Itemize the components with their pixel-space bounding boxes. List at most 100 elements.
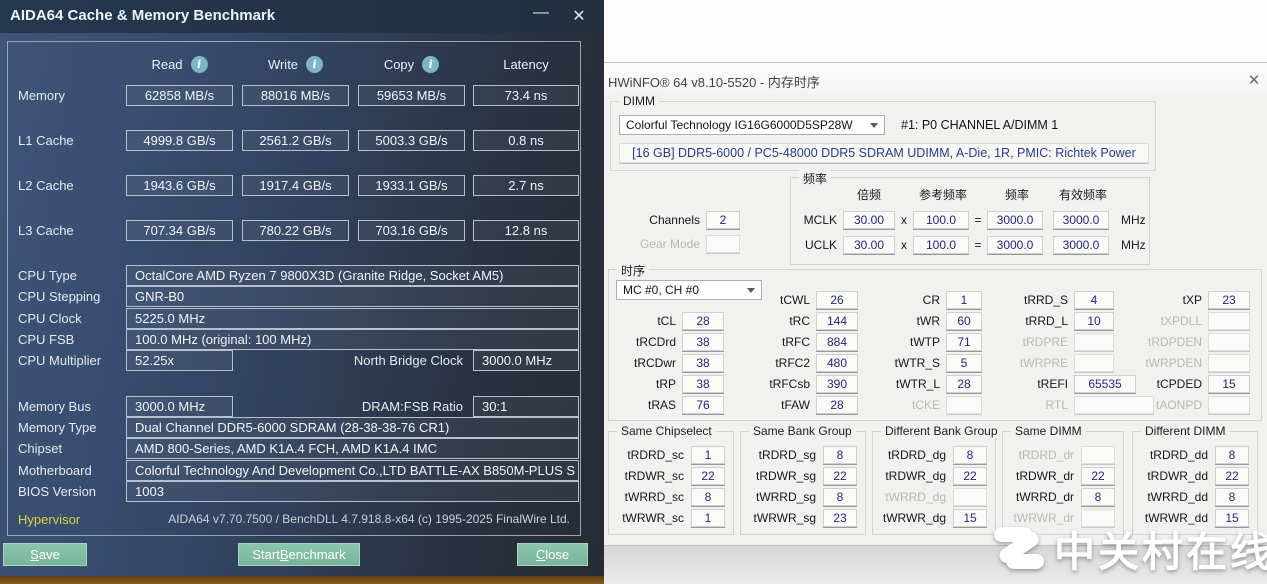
dram-fsb-ratio-value: 30:1	[473, 396, 579, 417]
tCWL-value: 26	[816, 291, 858, 309]
tWRWR_sc-value: 1	[691, 509, 725, 527]
mclk-refclock-value: 100.0	[913, 211, 969, 229]
group-same-bank-group: Same Bank Group tRDRD_sg8 tRDWR_sg22 tWR…	[740, 431, 866, 535]
l3-write-value: 780.22 GB/s	[242, 220, 349, 241]
close-button[interactable]: Close	[517, 543, 588, 566]
uclk-label: UCLK	[793, 238, 837, 252]
tREFI-value: 65535	[1074, 375, 1136, 393]
start-button-key: B	[280, 547, 289, 562]
close-icon[interactable]: ✕	[564, 5, 594, 27]
different-dimm-label: Different DIMM	[1141, 424, 1229, 438]
north-bridge-clock-value: 3000.0 MHz	[473, 350, 579, 371]
tRCDwr-value: 38	[682, 354, 724, 372]
cpu-multiplier-value: 52.25x	[126, 350, 233, 371]
gear-mode-field: Gear Mode	[638, 234, 740, 254]
l2-copy-value: 1933.1 GB/s	[358, 175, 465, 196]
CR-value: 1	[946, 291, 982, 309]
field-tCWL: tCWL 26	[746, 290, 858, 310]
tRDRD_dd-value: 8	[1215, 446, 1249, 464]
l3-copy-value: 703.16 GB/s	[358, 220, 465, 241]
l3-read-value: 707.34 GB/s	[126, 220, 233, 241]
info-icon[interactable]: i	[306, 56, 323, 73]
info-icon[interactable]: i	[422, 56, 439, 73]
save-button[interactable]: Save	[3, 543, 87, 566]
field-tAONPD: tAONPD	[1136, 395, 1250, 415]
tAONPD-value	[1208, 396, 1250, 414]
label-memory-type: Memory Type	[18, 420, 97, 435]
save-button-label: ave	[39, 547, 60, 562]
tWTP-label: tWTP	[878, 335, 940, 349]
latency-header-label: Latency	[503, 57, 549, 72]
label-chipset: Chipset	[18, 441, 62, 456]
tWRPRE-label: tWRPRE	[1004, 356, 1068, 370]
uclk-refclock-value: 100.0	[913, 236, 969, 254]
RTL-label: RTL	[1004, 398, 1068, 412]
memory-controller-dropdown[interactable]: MC #0, CH #0	[616, 280, 762, 300]
field-tRCDrd: tRCDrd38	[612, 332, 724, 352]
label-motherboard: Motherboard	[18, 463, 92, 478]
dimm-slot-label: #1: P0 CHANNEL A/DIMM 1	[901, 118, 1058, 132]
cpu-type-value: OctalCore AMD Ryzen 7 9800X3D (Granite R…	[126, 265, 579, 286]
channels-label: Channels	[638, 213, 700, 227]
dimm-group-label: DIMM	[619, 94, 659, 108]
hwinfo-memory-timings-window: HWiNFO® 64 v8.10-5520 - 内存时序 ✕ DIMM Colo…	[604, 62, 1267, 545]
group-same-chipselect: Same Chipselect tRDRD_sc1 tRDWR_sc22 tWR…	[608, 431, 734, 535]
tWRRD_sg-label: tWRRD_sg	[743, 490, 816, 504]
group-different-bank-group: Different Bank Group tRDRD_dg8 tRDWR_dg2…	[872, 431, 996, 535]
multiply-operator: x	[895, 213, 913, 227]
info-icon[interactable]: i	[191, 56, 208, 73]
memory-latency-value: 73.4 ns	[473, 85, 579, 106]
field-tRDRD_dg: tRDRD_dg 8	[873, 444, 995, 465]
tWRWR_sg-label: tWRWR_sg	[743, 511, 816, 525]
field-tREFI: tREFI 65535	[1004, 374, 1136, 394]
hwinfo-window-title: HWiNFO® 64 v8.10-5520 - 内存时序	[608, 72, 820, 91]
tCWL-label: tCWL	[746, 293, 810, 307]
start-benchmark-button[interactable]: Start Benchmark	[238, 543, 360, 566]
tRFC-label: tRFC	[746, 335, 810, 349]
tXPDLL-label: tXPDLL	[1136, 314, 1202, 328]
field-RTL: RTL	[1004, 395, 1154, 415]
field-tRFC: tRFC884	[746, 332, 858, 352]
tRDRD_dg-value: 8	[953, 446, 987, 464]
tXP-label: tXP	[1136, 293, 1202, 307]
tRDRD_sg-label: tRDRD_sg	[743, 448, 816, 462]
gear-mode-value	[706, 235, 740, 253]
tRDRD_sg-value: 8	[823, 446, 857, 464]
l2-latency-value: 2.7 ns	[473, 175, 579, 196]
tRC-label: tRC	[746, 314, 810, 328]
zol-watermark: 中关村在线	[992, 518, 1267, 578]
tAONPD-label: tAONPD	[1136, 398, 1202, 412]
field-tRDPDEN: tRDPDEN	[1136, 332, 1250, 352]
tWRPDEN-label: tWRPDEN	[1136, 356, 1202, 370]
field-tCL: tCL28	[612, 311, 724, 331]
l2-write-value: 1917.4 GB/s	[242, 175, 349, 196]
tREFI-label: tREFI	[1004, 377, 1068, 391]
field-tWRRD_dg: tWRRD_dg	[873, 486, 995, 507]
minimize-icon[interactable]: —	[526, 2, 556, 24]
mclk-effective-value: 3000.0	[1053, 211, 1109, 229]
copy-header-label: Copy	[384, 57, 414, 72]
field-tRAS: tRAS76	[612, 395, 724, 415]
tXP-value: 23	[1208, 291, 1250, 309]
zol-logo-icon	[992, 525, 1046, 571]
tRDWR_dd-label: tRDWR_dd	[1135, 469, 1208, 483]
tWRWR_dg-value: 15	[953, 509, 987, 527]
tRDRD_dg-label: tRDRD_dg	[875, 448, 946, 462]
close-icon[interactable]: ✕	[1242, 69, 1266, 91]
memory-copy-value: 59653 MB/s	[358, 85, 465, 106]
cpu-stepping-value: GNR-B0	[126, 286, 579, 307]
l1-latency-value: 0.8 ns	[473, 130, 579, 151]
field-tWRRD_sg: tWRRD_sg8	[741, 486, 865, 507]
different-bank-group-label: Different Bank Group	[881, 424, 1002, 438]
field-tRDWR_sg: tRDWR_sg22	[741, 465, 865, 486]
field-tRRD_S: tRRD_S4	[1004, 290, 1114, 310]
field-tRFC2: tRFC2480	[746, 353, 858, 373]
tRDWR_dr-value: 22	[1081, 467, 1115, 485]
same-dimm-label: Same DIMM	[1011, 424, 1086, 438]
tRDWR_dg-value: 22	[953, 467, 987, 485]
tRAS-value: 76	[682, 396, 724, 414]
label-cpu-type: CPU Type	[18, 268, 77, 283]
equals-operator: =	[969, 238, 987, 252]
dimm-select-dropdown[interactable]: Colorful Technology IG16G6000D5SP28W	[619, 115, 885, 135]
start-button-label: enchmark	[289, 547, 346, 562]
